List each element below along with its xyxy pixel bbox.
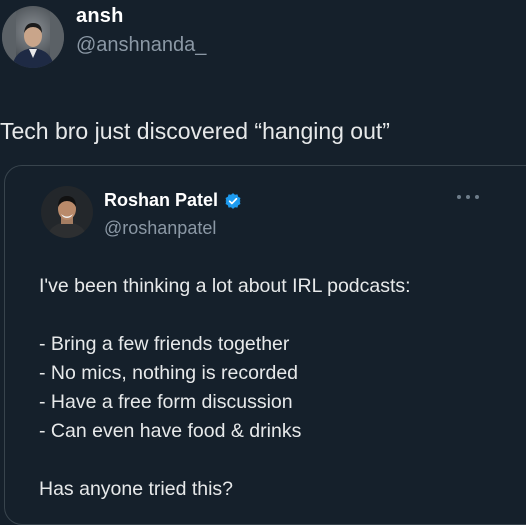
quoted-author-avatar[interactable] — [41, 186, 93, 238]
quoted-author-handle[interactable]: @roshanpatel — [104, 218, 216, 239]
quoted-author-name[interactable]: Roshan Patel — [104, 190, 218, 211]
verified-badge-icon — [224, 192, 242, 210]
more-options-icon[interactable] — [457, 192, 479, 202]
quoted-author-name-row[interactable]: Roshan Patel — [104, 190, 242, 211]
quoted-tweet-line: - No mics, nothing is recorded — [39, 362, 299, 384]
quoted-tweet-card[interactable]: Roshan Patel @roshanpatel I've been thin… — [4, 165, 526, 525]
quoted-tweet-line: - Have a free form discussion — [39, 391, 293, 413]
author-avatar[interactable] — [2, 6, 64, 68]
quoted-tweet-line: - Bring a few friends together — [39, 333, 290, 355]
author-handle[interactable]: @anshnanda_ — [76, 34, 206, 57]
tweet-header: ansh @anshnanda_ — [0, 0, 526, 70]
quoted-tweet-body: I've been thinking a lot about IRL podca… — [39, 272, 411, 504]
quoted-tweet-line: - Can even have food & drinks — [39, 420, 302, 442]
quoted-tweet-line: Has anyone tried this? — [39, 478, 234, 500]
tweet-text: Tech bro just discovered “hanging out” — [0, 118, 390, 144]
author-name[interactable]: ansh — [76, 5, 123, 28]
quoted-tweet-line: I've been thinking a lot about IRL podca… — [39, 275, 411, 297]
